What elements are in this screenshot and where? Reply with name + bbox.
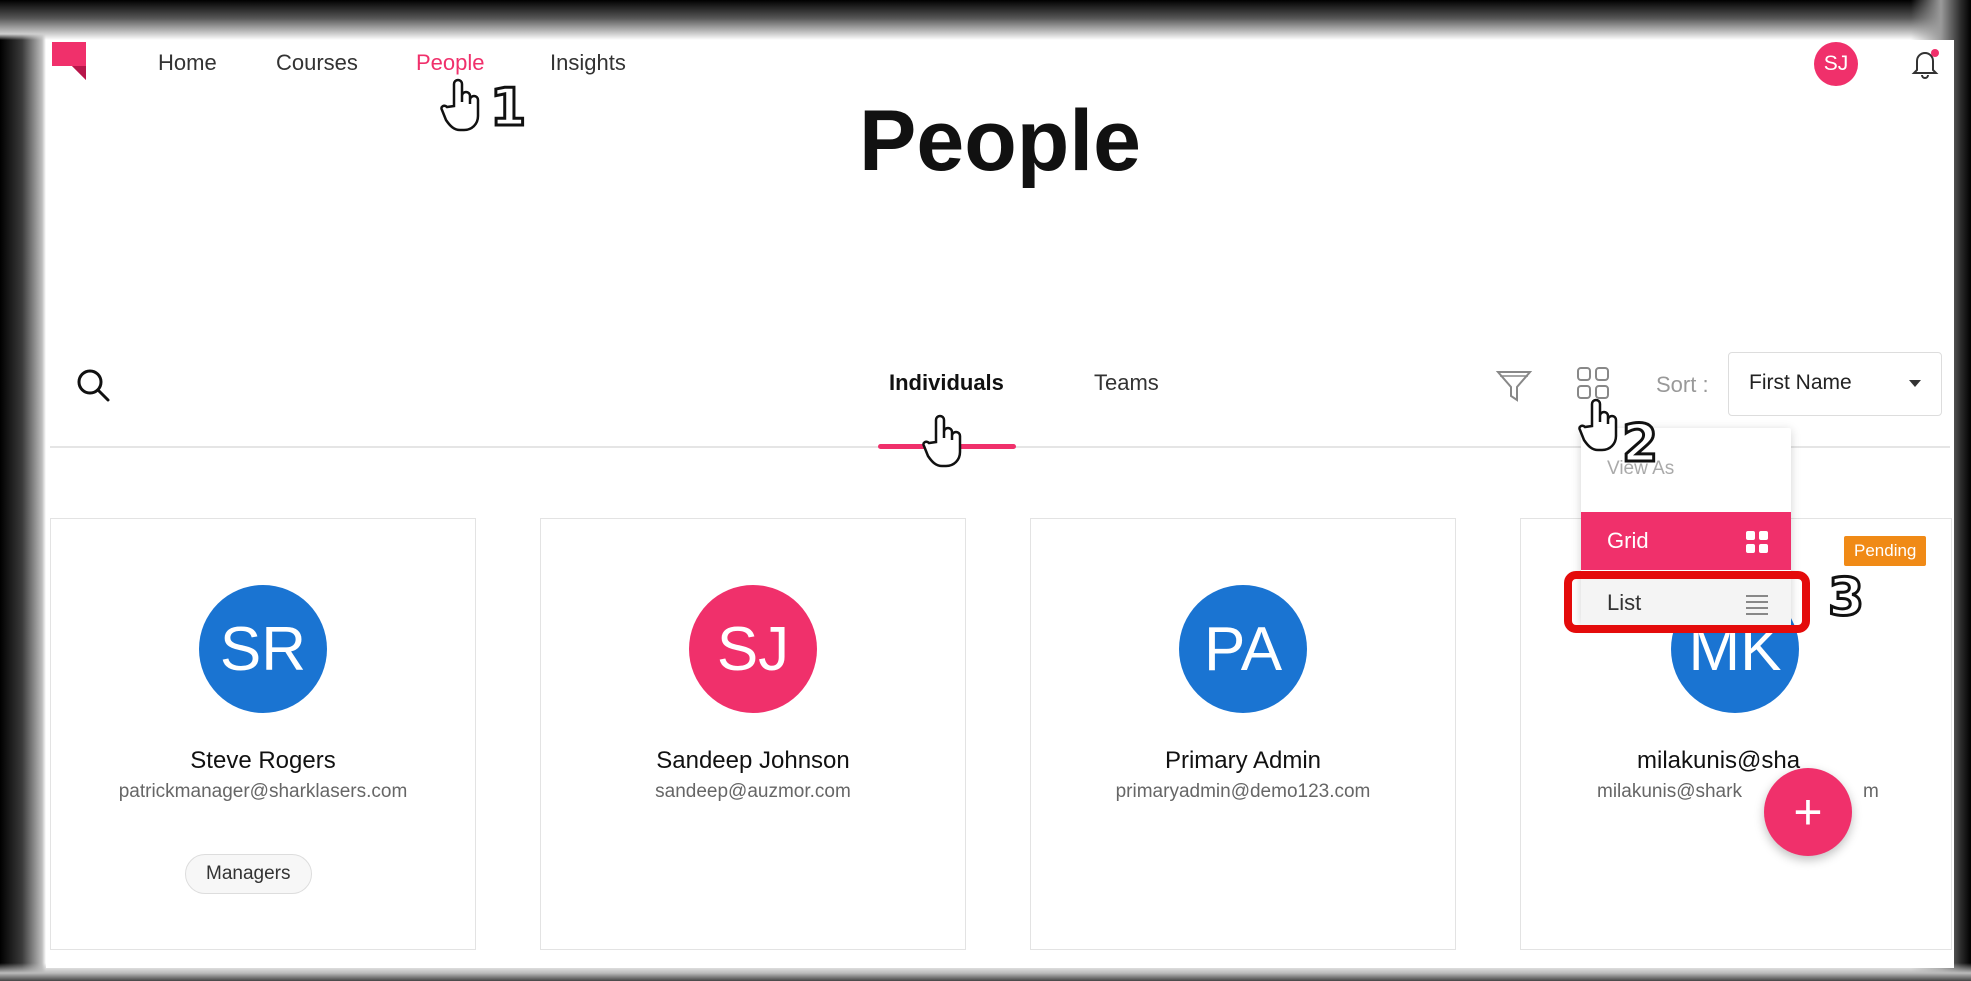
sort-label: Sort :: [1656, 372, 1709, 397]
person-name: milakunis@sha: [1637, 747, 1801, 774]
page-title: People: [859, 93, 1141, 189]
person-email-tail: m: [1863, 781, 1879, 802]
notification-bell-icon[interactable]: [1908, 46, 1942, 80]
search-icon[interactable]: [74, 366, 114, 406]
person-name: Primary Admin: [1164, 747, 1322, 774]
view-option-label: Grid: [1607, 528, 1649, 553]
chevron-down-icon: [1909, 380, 1921, 387]
nav-home[interactable]: Home: [158, 50, 217, 76]
person-card[interactable]: SR Steve Rogers patrickmanager@sharklase…: [50, 518, 476, 950]
tab-individuals[interactable]: Individuals: [889, 370, 1004, 396]
nav-people[interactable]: People: [416, 50, 485, 76]
sort-selected-value: First Name: [1749, 371, 1852, 394]
hand-cursor-icon: [922, 414, 962, 468]
nav-insights[interactable]: Insights: [550, 50, 626, 76]
user-avatar[interactable]: SJ: [1814, 42, 1858, 86]
team-tag[interactable]: Managers: [185, 854, 312, 894]
nav-courses[interactable]: Courses: [276, 50, 358, 76]
avatar: SJ: [689, 585, 817, 713]
add-button[interactable]: +: [1764, 768, 1852, 856]
person-card[interactable]: PA Primary Admin primaryadmin@demo123.co…: [1030, 518, 1456, 950]
person-email: primaryadmin@demo123.com: [1115, 781, 1371, 802]
person-card[interactable]: SJ Sandeep Johnson sandeep@auzmor.com: [540, 518, 966, 950]
app-logo-icon: [52, 42, 86, 80]
step-number: 3: [1826, 567, 1865, 630]
person-email: sandeep@auzmor.com: [655, 781, 851, 802]
view-option-grid[interactable]: Grid: [1581, 512, 1791, 570]
avatar: SR: [199, 585, 327, 713]
person-name: Steve Rogers: [190, 747, 336, 774]
sort-dropdown[interactable]: First Name: [1728, 352, 1942, 416]
filter-icon[interactable]: [1494, 366, 1534, 406]
person-email: patrickmanager@sharklasers.com: [118, 781, 408, 802]
hand-cursor-icon: [1578, 398, 1618, 452]
highlight-box: [1564, 571, 1810, 633]
step-number: 1: [488, 77, 527, 140]
avatar: PA: [1179, 585, 1307, 713]
frame-shadow-top: [0, 0, 1971, 42]
person-name: Sandeep Johnson: [656, 747, 850, 774]
app-window: Home Courses People Insights SJ People I…: [46, 40, 1954, 968]
tab-teams[interactable]: Teams: [1094, 370, 1159, 396]
step-number: 2: [1620, 413, 1659, 476]
view-toggle-grid-icon[interactable]: [1576, 366, 1610, 400]
person-email: milakunis@shark: [1597, 781, 1742, 802]
grid-icon: [1746, 531, 1768, 553]
status-badge: Pending: [1844, 536, 1927, 566]
hand-cursor-icon: [440, 78, 480, 132]
